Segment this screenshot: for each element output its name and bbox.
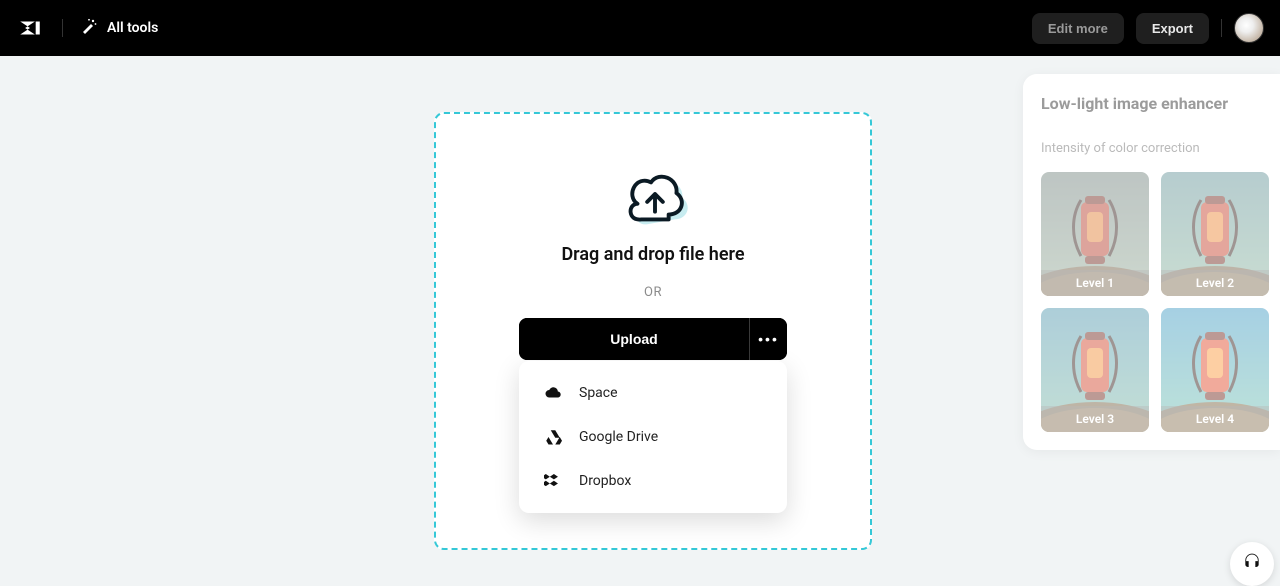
app-header: All tools Edit more Export [0, 0, 1280, 56]
menu-item-dropbox[interactable]: Dropbox [519, 459, 787, 503]
help-fab[interactable] [1230, 542, 1274, 586]
level-1[interactable]: Level 1 [1041, 172, 1149, 296]
header-right: Edit more Export [1032, 13, 1264, 44]
level-label: Level 1 [1041, 270, 1149, 296]
level-label: Level 2 [1161, 270, 1269, 296]
level-label: Level 4 [1161, 406, 1269, 432]
levels-grid: Level 1 Level 2 [1041, 172, 1270, 432]
panel-title: Low-light image enhancer [1041, 94, 1270, 113]
cloud-upload-icon [616, 162, 690, 226]
upload-source-menu: Space Google Drive Dropbox [519, 361, 787, 513]
google-drive-icon [543, 427, 563, 447]
stage: Drag and drop file here OR Upload ••• Sp… [0, 56, 1280, 568]
export-button[interactable]: Export [1136, 13, 1209, 44]
all-tools-label: All tools [107, 20, 158, 36]
level-2[interactable]: Level 2 [1161, 172, 1269, 296]
or-text: OR [644, 285, 662, 300]
app-logo[interactable] [16, 14, 44, 42]
dropbox-icon [543, 471, 563, 491]
menu-item-google-drive[interactable]: Google Drive [519, 415, 787, 459]
headset-icon [1242, 552, 1262, 576]
header-separator [1221, 19, 1222, 37]
all-tools-button[interactable]: All tools [81, 18, 158, 38]
menu-item-label: Dropbox [579, 473, 631, 489]
upload-button[interactable]: Upload [519, 318, 749, 360]
menu-item-label: Space [579, 385, 618, 401]
level-label: Level 3 [1041, 406, 1149, 432]
magic-wand-icon [81, 18, 97, 38]
menu-item-space[interactable]: Space [519, 371, 787, 415]
cloud-icon [543, 383, 563, 403]
panel-subtitle: Intensity of color correction [1041, 141, 1270, 156]
avatar[interactable] [1234, 13, 1264, 43]
upload-button-group: Upload ••• [519, 318, 787, 360]
enhancer-panel: Low-light image enhancer Intensity of co… [1023, 74, 1280, 450]
level-4[interactable]: Level 4 [1161, 308, 1269, 432]
edit-more-button[interactable]: Edit more [1032, 13, 1124, 44]
level-3[interactable]: Level 3 [1041, 308, 1149, 432]
menu-item-label: Google Drive [579, 429, 658, 445]
drop-text: Drag and drop file here [561, 244, 744, 265]
upload-more-button[interactable]: ••• [749, 318, 787, 360]
header-left: All tools [16, 14, 158, 42]
header-separator [62, 19, 63, 37]
more-icon: ••• [758, 331, 779, 347]
